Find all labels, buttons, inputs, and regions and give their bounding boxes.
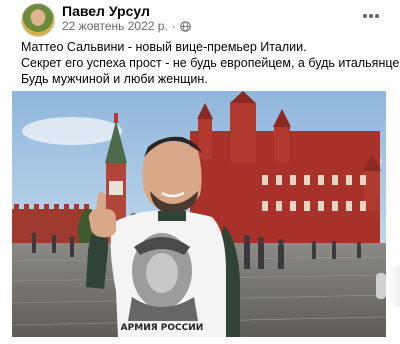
post-text-line: Секрет его успеха прост - не будь европе… — [21, 56, 400, 70]
more-dot — [375, 14, 379, 18]
author-avatar[interactable] — [21, 3, 55, 37]
post-body-text: Маттео Сальвини - новый вице-премьер Ита… — [21, 39, 400, 87]
cloud — [22, 117, 122, 145]
post-header: Павел Урсул 22 жовтень 2022 р. · — [12, 0, 400, 38]
author-name[interactable]: Павел Урсул — [62, 3, 150, 19]
page-background — [0, 0, 12, 344]
man-collar — [158, 211, 186, 221]
tower-clock — [109, 181, 123, 195]
post-text-line: Маттео Сальвини - новый вице-премьер Ита… — [21, 40, 307, 54]
more-options-button[interactable] — [358, 6, 384, 26]
facebook-post: Павел Урсул 22 жовтень 2022 р. · Маттео … — [12, 0, 400, 344]
print-face — [146, 253, 178, 293]
museum-tower — [230, 103, 256, 163]
avatar-face — [31, 10, 45, 26]
shirt-text: АРМИЯ РОССИИ — [121, 323, 204, 333]
globe-icon[interactable] — [180, 20, 191, 32]
post-date[interactable]: 22 жовтень 2022 р. — [62, 19, 168, 33]
museum-tower — [198, 119, 212, 159]
post-meta: 22 жовтень 2022 р. · — [62, 19, 191, 33]
photo-illustration: АРМИЯ РОССИИ — [12, 91, 386, 337]
museum-tower — [274, 127, 290, 163]
tower-star — [114, 113, 118, 123]
more-dot — [369, 14, 373, 18]
right-edge-shadow — [386, 266, 400, 306]
post-text-line: Будь мужчиной и люби женщин. — [21, 72, 208, 86]
street-lamp-base — [376, 273, 386, 299]
more-horizontal-icon — [363, 14, 367, 18]
post-photo[interactable]: АРМИЯ РОССИИ — [12, 91, 386, 337]
museum-tower — [364, 171, 380, 211]
meta-separator: · — [171, 19, 176, 33]
